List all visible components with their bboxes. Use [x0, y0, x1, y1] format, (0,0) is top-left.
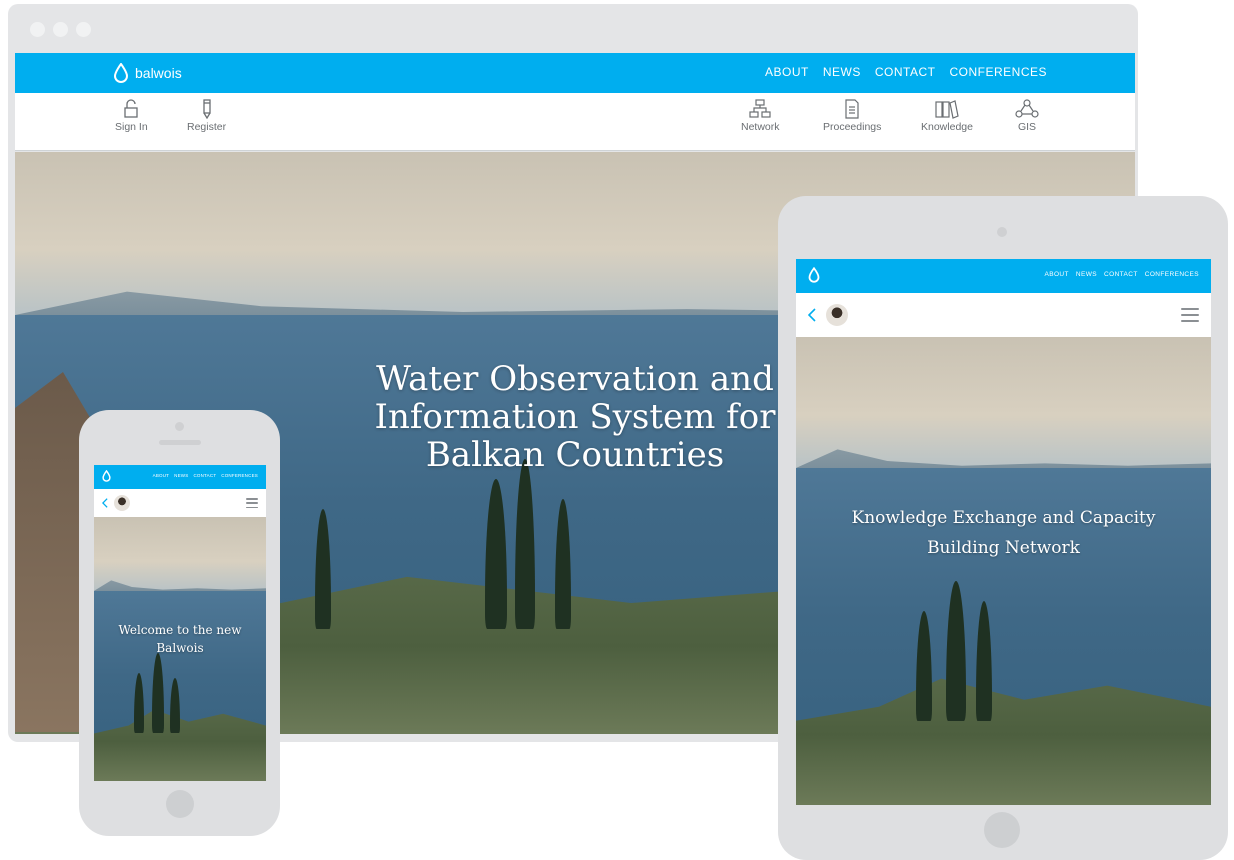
gis-button[interactable]: GIS [1015, 99, 1039, 133]
balwois-logo[interactable]: balwois [113, 63, 182, 83]
water-drop-icon[interactable] [808, 267, 820, 283]
network-label: Network [741, 121, 780, 133]
nav-link-about[interactable]: ABOUT [1045, 271, 1069, 278]
phone-camera [175, 422, 184, 431]
sign-in-button[interactable]: Sign In [115, 99, 148, 133]
window-controls [30, 22, 91, 37]
nav-link-conferences[interactable]: CONFERENCES [221, 473, 258, 478]
knowledge-label: Knowledge [921, 121, 973, 133]
tablet-top-navbar: ABOUT NEWS CONTACT CONFERENCES [796, 259, 1211, 293]
phone-sub-bar [94, 489, 266, 517]
nav-link-contact[interactable]: CONTACT [193, 473, 216, 478]
phone-speaker [159, 440, 201, 445]
network-icon [749, 99, 771, 118]
back-chevron-icon[interactable] [808, 308, 816, 322]
headline-line: Welcome to the new [118, 623, 242, 637]
headline-line: Balwois [156, 641, 204, 655]
headline-line: Building Network [927, 538, 1080, 558]
window-dot [76, 22, 91, 37]
tablet-sub-bar [796, 293, 1211, 337]
register-label: Register [187, 121, 227, 133]
phone-home-button[interactable] [166, 790, 194, 818]
tablet-hero-image: Knowledge Exchange and Capacity Building… [796, 337, 1211, 805]
desktop-main-nav: ABOUT NEWS CONTACT CONFERENCES [765, 65, 1047, 79]
logo-text: balwois [135, 65, 182, 81]
sign-in-label: Sign In [115, 121, 148, 133]
register-button[interactable]: Register [187, 99, 226, 133]
tablet-mockup: ABOUT NEWS CONTACT CONFERENCES Knowledge… [778, 196, 1228, 860]
phone-main-nav: ABOUT NEWS CONTACT CONFERENCES [153, 473, 258, 478]
nav-link-conferences[interactable]: CONFERENCES [949, 65, 1047, 79]
tablet-home-button[interactable] [984, 812, 1020, 848]
phone-screen: ABOUT NEWS CONTACT CONFERENCES Welcome t… [94, 465, 266, 781]
tablet-hero-headline: Knowledge Exchange and Capacity Building… [796, 503, 1211, 563]
phone-hero-headline: Welcome to the new Balwois [94, 621, 266, 657]
pencil-icon [202, 99, 211, 119]
books-icon [935, 100, 959, 119]
window-dot [30, 22, 45, 37]
proceedings-button[interactable]: Proceedings [823, 99, 881, 133]
knowledge-button[interactable]: Knowledge [921, 99, 973, 133]
nav-link-news[interactable]: NEWS [823, 65, 861, 79]
nav-link-contact[interactable]: CONTACT [1104, 271, 1138, 278]
nav-link-conferences[interactable]: CONFERENCES [1145, 271, 1199, 278]
avatar[interactable] [114, 495, 130, 511]
phone-top-navbar: ABOUT NEWS CONTACT CONFERENCES [94, 465, 266, 489]
document-icon [845, 99, 859, 119]
phone-hero-image: Welcome to the new Balwois [94, 517, 266, 781]
nav-link-contact[interactable]: CONTACT [875, 65, 936, 79]
unlock-icon [124, 99, 138, 118]
avatar[interactable] [826, 304, 848, 326]
nav-link-news[interactable]: NEWS [1076, 271, 1097, 278]
proceedings-label: Proceedings [823, 121, 882, 133]
headline-line: Knowledge Exchange and Capacity [851, 508, 1156, 528]
window-dot [53, 22, 68, 37]
hamburger-menu-icon[interactable] [1181, 308, 1199, 322]
hamburger-menu-icon[interactable] [246, 498, 258, 508]
back-chevron-icon[interactable] [102, 498, 108, 508]
water-drop-icon[interactable] [102, 470, 111, 482]
desktop-toolbar: Sign In Register Network Proceedings Kno… [15, 93, 1135, 151]
tablet-camera [997, 227, 1007, 237]
phone-mockup: ABOUT NEWS CONTACT CONFERENCES Welcome t… [79, 410, 280, 836]
desktop-top-navbar: balwois ABOUT NEWS CONTACT CONFERENCES [15, 53, 1135, 93]
nav-link-news[interactable]: NEWS [174, 473, 188, 478]
tablet-main-nav: ABOUT NEWS CONTACT CONFERENCES [1045, 271, 1200, 278]
nav-link-about[interactable]: ABOUT [765, 65, 809, 79]
nodes-icon [1015, 99, 1039, 118]
gis-label: GIS [1017, 121, 1037, 133]
tablet-screen: ABOUT NEWS CONTACT CONFERENCES Knowledge… [796, 259, 1211, 805]
water-drop-icon [113, 63, 129, 83]
network-button[interactable]: Network [741, 99, 780, 133]
nav-link-about[interactable]: ABOUT [153, 473, 170, 478]
